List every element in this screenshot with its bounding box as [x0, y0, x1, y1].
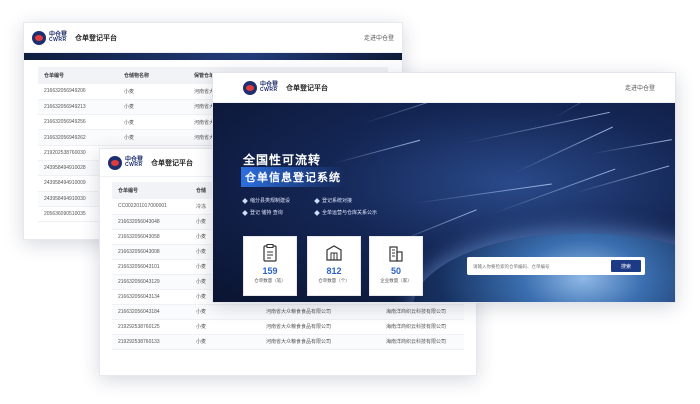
stat-card-units[interactable]: 812 仓单数量（个） [307, 236, 361, 296]
table-cell: 小麦 [118, 129, 188, 146]
table-cell: 河南省大众粮食食品有限公司 [260, 319, 380, 335]
diamond-icon [314, 209, 320, 216]
stat-card-receipts[interactable]: 159 仓单数量（笔） [243, 236, 297, 296]
star-trail [412, 183, 552, 204]
stat-card-companies[interactable]: 50 企业数量（家） [369, 236, 423, 296]
banner-strip [24, 53, 402, 60]
table-cell: 219292538760125 [112, 319, 190, 335]
landing-window-front: 中仓登 CWRR 仓单登记平台 走进中仓登 全国性可流转 仓单信息登记系统 缩分县… [212, 72, 676, 303]
logo-icon [108, 155, 122, 170]
stat-label: 仓单数量（个） [318, 278, 350, 283]
star-trail [592, 139, 672, 154]
platform-title: 仓单登记平台 [75, 34, 118, 42]
diamond-icon [242, 197, 248, 204]
logo[interactable]: 中仓登 CWRR [243, 80, 278, 95]
table-cell: 小麦 [190, 334, 260, 350]
platform-title: 仓单登记平台 [151, 159, 194, 167]
document-icon [259, 243, 281, 263]
table-cell: 216632056043101 [112, 259, 190, 275]
table-row[interactable]: 216632056043184 小麦 河南省大众粮食食品有限公司 海南洋商织云科技有限… [112, 304, 464, 320]
table-cell: 216632056949262 [38, 129, 118, 146]
logo-icon [243, 80, 257, 95]
star-trail [332, 139, 421, 164]
table-cell: 小麦 [190, 319, 260, 335]
table-cell: 219292538760133 [112, 334, 190, 350]
table-cell: 河南省大众粮食食品有限公司 [260, 334, 380, 350]
table-cell: 小麦 [118, 84, 188, 100]
table-row[interactable]: 219292538760133 小麦 河南省大众粮食食品有限公司 海南洋商织云科技有限… [112, 334, 464, 350]
hero-subtitle: 仓单信息登记系统 [241, 167, 345, 187]
search-button[interactable]: 搜索 [611, 260, 641, 272]
table-cell: 小麦 [118, 114, 188, 131]
search-bar: 搜索 [467, 257, 645, 275]
table-cell: 小麦 [190, 304, 260, 320]
feature-item: 缩分县类规制建设 [242, 197, 290, 204]
table-cell: 216632056949206 [38, 84, 118, 100]
table-cell: 海南洋商织云科技有限公司 [380, 334, 464, 350]
logo[interactable]: 中仓登 CWRR [108, 155, 143, 170]
table-cell: 216632056949213 [38, 99, 118, 116]
logo[interactable]: 中仓登 CWRR [32, 30, 67, 45]
table-cell: 216632056043008 [112, 244, 190, 260]
table-cell: 216632056949256 [38, 114, 118, 131]
table-cell: 海南洋商织云科技有限公司 [380, 304, 464, 320]
stat-label: 仓单数量（笔） [254, 278, 286, 283]
stat-value: 159 [262, 266, 278, 276]
diamond-icon [242, 209, 248, 216]
star-trail [512, 126, 613, 174]
header-bar: 中仓登 CWRR 仓单登记平台 走进中仓登 [213, 73, 675, 103]
table-cell: 216632056043058 [112, 229, 190, 245]
table-cell: 216632056043048 [112, 214, 190, 230]
warehouse-box-icon [323, 243, 345, 263]
stat-value: 812 [326, 266, 342, 276]
hero-title: 全国性可流转 [243, 153, 322, 167]
header-bar: 中仓登 CWRR 仓单登记平台 走进中仓登 [24, 23, 402, 53]
table-cell: 小麦 [118, 99, 188, 116]
stat-label: 企业数量（家） [380, 278, 412, 283]
star-trail [362, 103, 478, 124]
enter-link[interactable]: 走进中仓登 [364, 33, 394, 42]
star-trail [492, 168, 616, 214]
diamond-icon [314, 197, 320, 204]
table-row[interactable]: 219292538760125 小麦 河南省大众粮食食品有限公司 海南洋商织云科技有限… [112, 319, 464, 335]
column-header: 仓单编号 [38, 67, 118, 84]
table-cell: 216632056043129 [112, 274, 190, 290]
platform-title: 仓单登记平台 [286, 84, 329, 92]
search-input[interactable] [473, 263, 611, 269]
table-cell: 216632056043184 [112, 304, 190, 320]
feature-item: 登记 储持 查询 [242, 209, 283, 216]
stat-value: 50 [390, 266, 401, 276]
star-trail [552, 103, 640, 119]
table-cell: CC002201017000001 [112, 199, 190, 215]
column-header: 仓储物名称 [118, 67, 188, 84]
hero-banner: 全国性可流转 仓单信息登记系统 缩分县类规制建设 登记 储持 查询 登记系统对接… [213, 103, 675, 302]
table-cell: 海南洋商织云科技有限公司 [380, 319, 464, 335]
table-cell: 216632056043134 [112, 289, 190, 305]
feature-item: 登记系统对接 [314, 197, 352, 204]
column-header: 仓单编号 [112, 182, 190, 199]
building-icon [385, 243, 407, 263]
feature-item: 全单运营与仓库关系公示 [314, 209, 377, 216]
logo-icon [32, 30, 46, 45]
enter-link[interactable]: 走进中仓登 [625, 83, 655, 92]
table-cell: 河南省大众粮食食品有限公司 [260, 304, 380, 320]
